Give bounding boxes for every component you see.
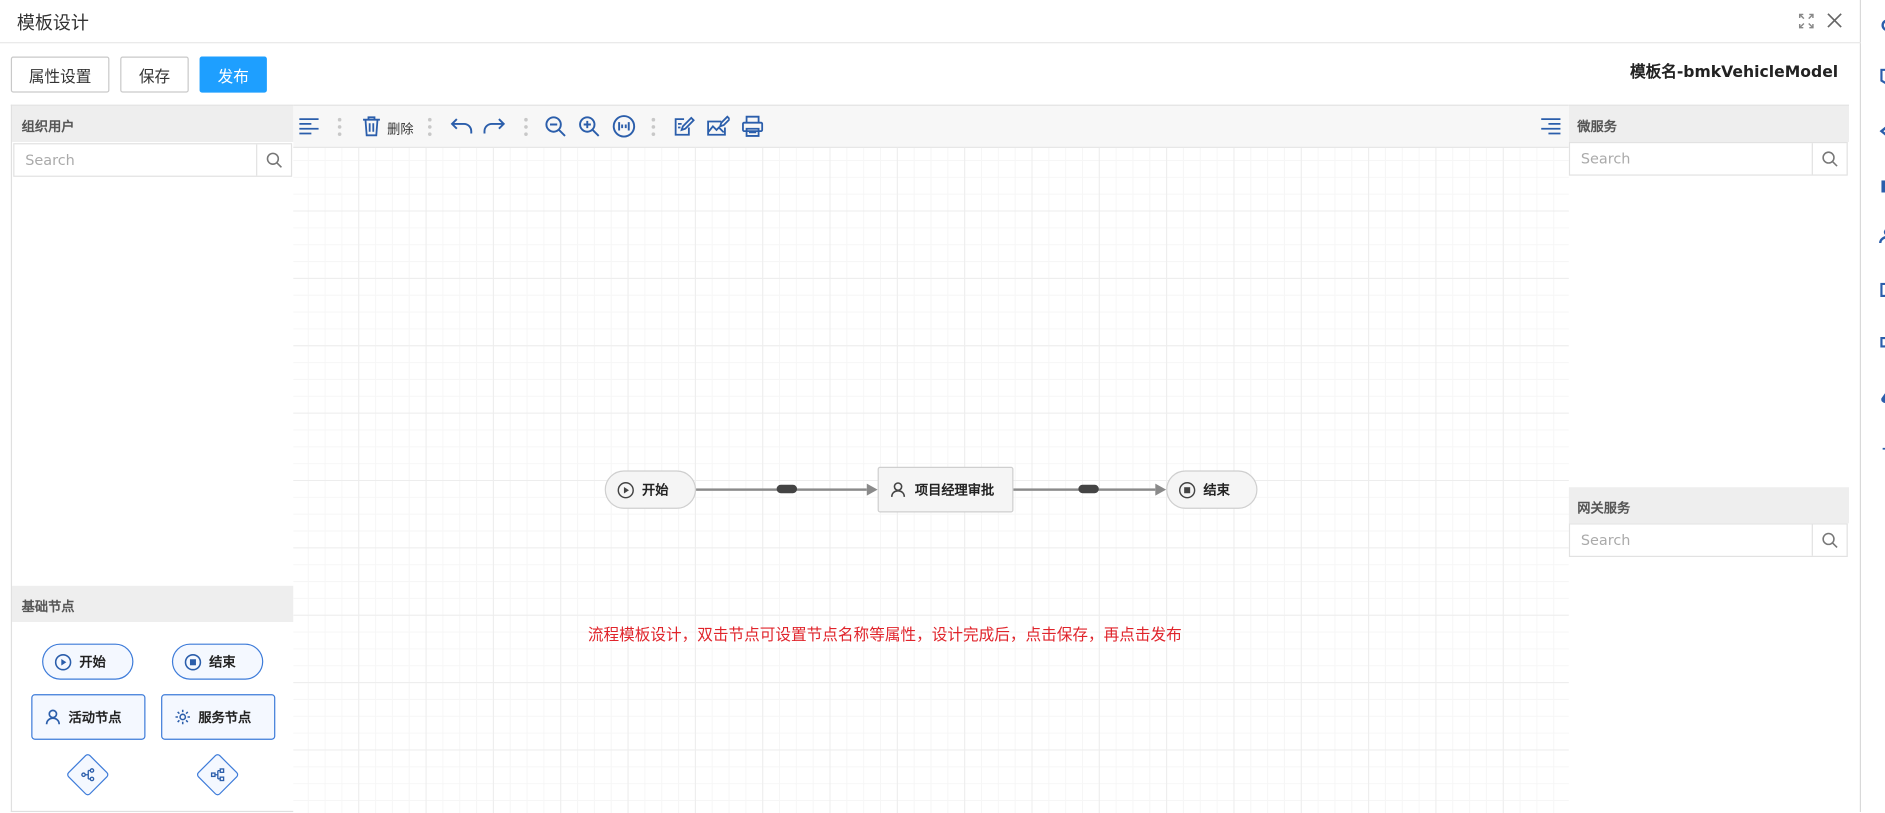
stop-icon <box>1178 481 1196 499</box>
chat-icon[interactable] <box>1878 14 1885 31</box>
background-app-sidebar <box>1862 0 1885 813</box>
arrow-icon[interactable] <box>1878 120 1885 136</box>
flow-end-label: 结束 <box>1203 482 1230 499</box>
flow-start-label: 开始 <box>641 482 669 499</box>
right-panel: 微服务 网关服务 <box>1568 104 1849 813</box>
stop-icon <box>184 653 202 671</box>
outline-icon[interactable] <box>1539 114 1563 138</box>
exclusive-gateway-icon <box>208 765 227 784</box>
dash-icon[interactable] <box>1878 438 1885 452</box>
palette-end-label: 结束 <box>209 654 236 671</box>
document-icon[interactable] <box>1878 279 1885 298</box>
search-icon[interactable] <box>1811 143 1847 175</box>
gateway-services-search-input[interactable] <box>1570 524 1811 556</box>
toolbar-separator <box>337 117 342 137</box>
org-users-search-input[interactable] <box>14 144 255 176</box>
dialog-title: 模板设计 <box>16 12 89 34</box>
palette-parallel-gateway[interactable] <box>65 752 110 797</box>
left-panel: 组织用户 基础节点 开始 结束 <box>10 104 294 813</box>
zoom-out-icon[interactable] <box>543 114 567 138</box>
trash-icon[interactable] <box>359 114 383 138</box>
micro-services-title: 微服务 <box>1568 105 1849 142</box>
canvas-toolbar: 删除 <box>293 105 1569 148</box>
toolbar-separator <box>427 117 432 137</box>
print-icon[interactable] <box>741 114 765 138</box>
gear-icon <box>174 709 191 726</box>
maximize-icon[interactable] <box>1795 10 1817 32</box>
title-bar: 模板设计 <box>0 0 1862 44</box>
redo-icon[interactable] <box>482 114 506 138</box>
design-hint: 流程模板设计，双击节点可设置节点名称等属性，设计完成后，点击保存，再点击发布 <box>587 626 1182 645</box>
org-users-search <box>13 143 293 177</box>
play-icon <box>617 481 635 499</box>
search-icon[interactable] <box>256 144 291 176</box>
properties-button[interactable]: 属性设置 <box>10 56 110 93</box>
fit-icon[interactable] <box>612 114 636 138</box>
palette-service-label: 服务节点 <box>198 709 252 726</box>
flow-start-node[interactable]: 开始 <box>604 470 697 509</box>
monitor-icon[interactable] <box>1878 332 1885 348</box>
tool-icon[interactable] <box>1878 176 1885 193</box>
arrow-head-icon <box>866 483 878 496</box>
palette-exclusive-gateway[interactable] <box>195 752 240 797</box>
message-icon[interactable] <box>1878 67 1885 84</box>
palette-activity-label: 活动节点 <box>68 709 122 726</box>
toolbar-separator <box>651 117 656 137</box>
design-canvas: 删除 开始 项目经理审批 结束 流程模板设计，双击节点可设置节点名称等属性，设计… <box>293 104 1569 813</box>
flow-end-node[interactable]: 结束 <box>1166 470 1258 509</box>
search-icon[interactable] <box>1811 524 1847 556</box>
delete-label[interactable]: 删除 <box>387 119 413 138</box>
parallel-gateway-icon <box>78 765 97 784</box>
basic-nodes-title: 基础节点 <box>12 585 294 622</box>
org-users-title: 组织用户 <box>12 105 294 142</box>
undo-icon[interactable] <box>450 114 474 138</box>
flow-approval-node[interactable]: 项目经理审批 <box>877 466 1014 513</box>
save-button[interactable]: 保存 <box>120 56 189 93</box>
gateway-services-title: 网关服务 <box>1568 487 1849 524</box>
close-icon[interactable] <box>1824 10 1846 32</box>
zoom-in-icon[interactable] <box>577 114 601 138</box>
toolbar-separator <box>524 117 528 137</box>
micro-services-search <box>1568 141 1848 176</box>
play-icon <box>54 653 72 671</box>
model-name: 模板名-bmkVehicleModel <box>1629 63 1839 82</box>
publish-button[interactable]: 发布 <box>199 56 267 93</box>
drop-icon[interactable] <box>1878 385 1885 403</box>
image-edit-icon[interactable] <box>706 114 730 138</box>
micro-services-search-input[interactable] <box>1570 143 1811 175</box>
palette-start-node[interactable]: 开始 <box>42 643 134 680</box>
palette-end-node[interactable]: 结束 <box>171 643 264 680</box>
canvas-grid[interactable]: 开始 项目经理审批 结束 流程模板设计，双击节点可设置节点名称等属性，设计完成后… <box>293 147 1569 813</box>
edge-handle[interactable] <box>1078 484 1099 494</box>
palette-service-node[interactable]: 服务节点 <box>161 694 276 740</box>
template-design-dialog: 模板设计 属性设置 保存 发布 模板名-bmkVehicleModel 组织用户… <box>0 0 1862 813</box>
gateway-services-search <box>1568 523 1848 557</box>
align-left-icon[interactable] <box>297 114 321 138</box>
edit-icon[interactable] <box>672 114 696 138</box>
edge-handle[interactable] <box>776 484 798 494</box>
palette-start-label: 开始 <box>79 654 106 671</box>
user-icon[interactable] <box>1878 226 1885 244</box>
arrow-head-icon <box>1155 483 1167 496</box>
user-icon <box>890 481 907 498</box>
flow-approval-label: 项目经理审批 <box>914 482 995 499</box>
palette-activity-node[interactable]: 活动节点 <box>31 694 146 740</box>
user-icon <box>44 709 61 726</box>
